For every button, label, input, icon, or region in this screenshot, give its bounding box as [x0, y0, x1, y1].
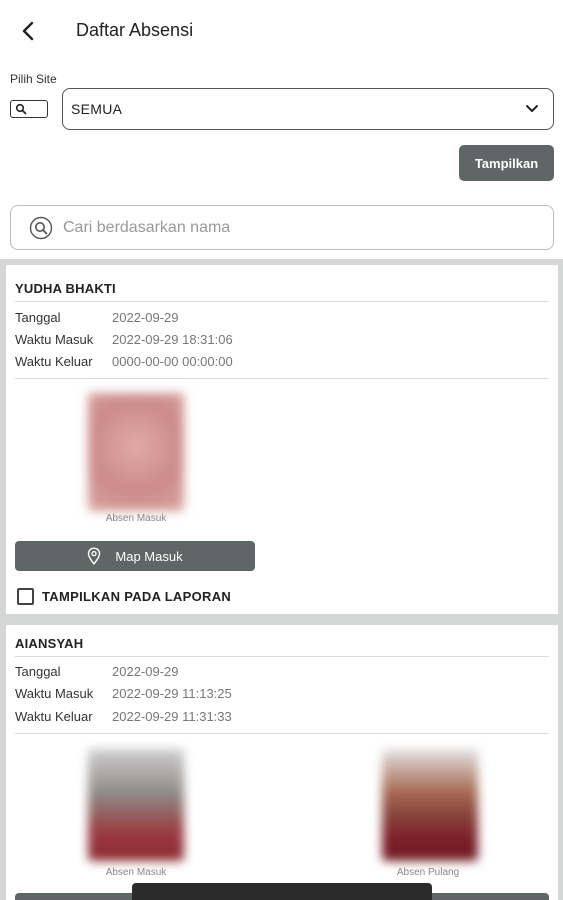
search-icon: [15, 103, 27, 115]
system-nav-bar: [132, 883, 432, 900]
show-in-report-label: TAMPILKAN PADA LAPORAN: [42, 589, 232, 604]
page-title: Daftar Absensi: [76, 20, 194, 40]
attendance-card: YUDHA BHAKTI Tanggal 2022-09-29 Waktu Ma…: [6, 265, 558, 614]
date-label: Tanggal: [15, 664, 61, 679]
time-in-value: 2022-09-29 18:31:06: [112, 332, 233, 347]
attendance-card: AIANSYAH Tanggal 2022-09-29 Waktu Masuk …: [6, 625, 558, 900]
map-check-in-label: Map Masuk: [115, 548, 183, 564]
search-bar[interactable]: [10, 205, 554, 250]
arrow-left-icon: [22, 21, 34, 41]
time-in-value: 2022-09-29 11:13:25: [112, 686, 232, 701]
time-in-label: Waktu Masuk: [15, 686, 94, 701]
site-label: Pilih Site: [10, 72, 57, 86]
employee-name: YUDHA BHAKTI: [15, 281, 116, 296]
check-out-photo-caption: Absen Pulang: [396, 867, 460, 878]
chevron-down-icon: [526, 105, 538, 112]
search-icon: [29, 216, 53, 239]
time-out-value: 0000-00-00 00:00:00: [112, 354, 233, 369]
show-button[interactable]: Tampilkan: [459, 145, 554, 181]
site-dropdown[interactable]: SEMUA: [62, 88, 554, 130]
map-check-in-button[interactable]: Map Masuk: [15, 541, 255, 571]
checkbox-box[interactable]: [17, 588, 34, 605]
time-out-label: Waktu Keluar: [15, 709, 93, 724]
check-out-photo[interactable]: [382, 749, 478, 861]
search-input[interactable]: [63, 218, 503, 237]
time-in-label: Waktu Masuk: [15, 332, 94, 347]
back-button[interactable]: [14, 16, 44, 46]
date-value: 2022-09-29: [112, 664, 179, 679]
time-out-value: 2022-09-29 11:31:33: [112, 709, 232, 724]
location-pin-icon: [87, 547, 101, 565]
date-label: Tanggal: [15, 310, 61, 325]
check-in-photo-caption: Absen Masuk: [105, 867, 167, 878]
divider: [15, 301, 549, 302]
check-in-photo-caption: Absen Masuk: [105, 513, 167, 524]
show-in-report-checkbox[interactable]: TAMPILKAN PADA LAPORAN: [17, 588, 231, 605]
site-selected-value: SEMUA: [71, 101, 123, 117]
app-bar: Daftar Absensi: [0, 0, 563, 62]
divider: [15, 733, 549, 734]
divider: [15, 378, 549, 379]
check-in-photo[interactable]: [88, 749, 184, 861]
attendance-list: YUDHA BHAKTI Tanggal 2022-09-29 Waktu Ma…: [0, 259, 563, 900]
site-search-icon-box: [10, 100, 48, 118]
employee-name: AIANSYAH: [15, 636, 84, 651]
date-value: 2022-09-29: [112, 310, 179, 325]
time-out-label: Waktu Keluar: [15, 354, 93, 369]
divider: [15, 656, 549, 657]
check-in-photo[interactable]: [88, 393, 184, 511]
